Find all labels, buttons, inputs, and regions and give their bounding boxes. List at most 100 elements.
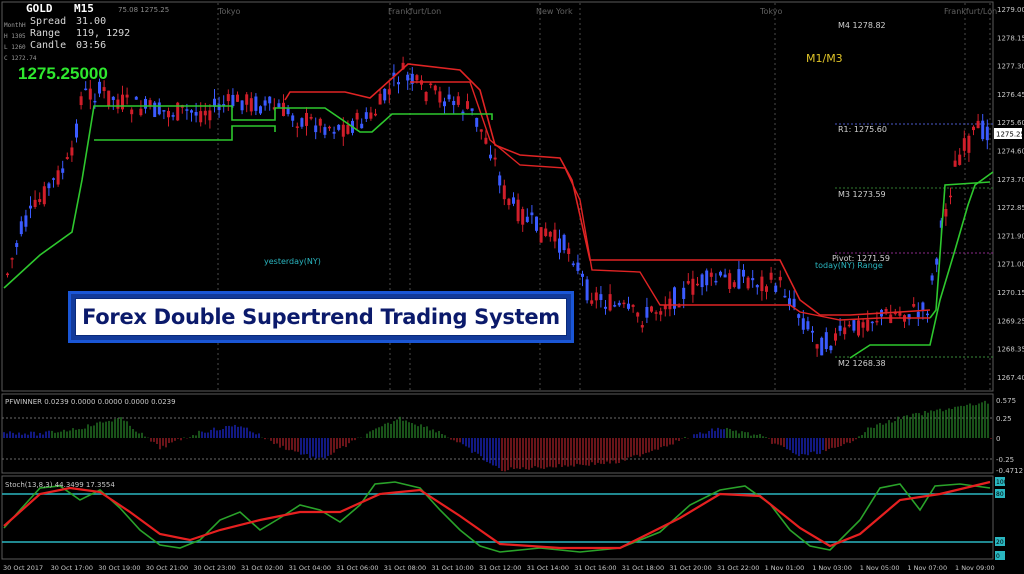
time-axis-label: 31 Oct 10:00 <box>431 564 473 572</box>
candle-body <box>88 88 92 100</box>
candle-body <box>171 115 175 117</box>
title-banner-text: Forex Double Supertrend Trading System <box>82 305 560 329</box>
close-line: C 1272.74 <box>4 55 37 62</box>
candle-body <box>226 94 230 102</box>
trading-chart[interactable]: Tokyo Frankfurt/Lon New York Tokyo Frank… <box>0 0 1024 574</box>
time-axis-label: 1 Nov 05:00 <box>860 564 900 572</box>
session-label: New York <box>536 7 573 16</box>
candle-body <box>75 123 78 138</box>
candle-body <box>332 131 336 134</box>
candle-body <box>512 197 515 204</box>
candle-body <box>861 322 865 328</box>
low-line: L 1260 <box>4 44 26 51</box>
candle-body <box>847 324 851 327</box>
candle-body <box>397 82 400 85</box>
candle-body <box>56 170 60 185</box>
candle-body <box>732 282 736 287</box>
candle-body <box>811 330 814 333</box>
candle-body <box>985 126 989 141</box>
candle-body <box>921 302 925 311</box>
candle-body <box>686 281 690 284</box>
candle-body <box>162 110 166 112</box>
price-axis-label: 1272.85 <box>997 204 1024 212</box>
candle-body <box>65 157 69 159</box>
candle-body <box>613 305 617 307</box>
candle-body <box>751 278 755 281</box>
candle-body <box>884 308 888 312</box>
candle-body <box>631 304 635 307</box>
candle-body <box>167 110 170 118</box>
candle-body <box>576 262 580 271</box>
pfwinner-label: PFWINNER 0.0239 0.0000 0.0000 0.0000 0.0… <box>5 398 176 406</box>
pfwinner-axis-label: 0.25 <box>996 415 1012 423</box>
candle-body <box>516 199 520 222</box>
price-axis-label: 1274.60 <box>997 148 1024 156</box>
candle-body <box>590 300 594 304</box>
candle-body <box>93 100 97 103</box>
candle-body <box>981 120 985 140</box>
candle-body <box>539 227 543 243</box>
candle-body <box>705 270 709 286</box>
candle-body <box>806 321 810 330</box>
candle-body <box>337 124 341 130</box>
price-axis-label: 1268.35 <box>997 346 1024 354</box>
time-axis-label: 31 Oct 22:00 <box>717 564 759 572</box>
pfwinner-axis-label: -0.4712 <box>996 467 1023 475</box>
candle-body <box>323 127 327 135</box>
pfwinner-axis-label: 0 <box>996 435 1000 443</box>
price-axis-label: 1277.30 <box>997 63 1024 71</box>
candle-body <box>190 110 193 113</box>
price-axis-label: 1271.00 <box>997 261 1024 269</box>
candle-body <box>797 314 801 318</box>
symbol: GOLD <box>26 2 53 15</box>
candle-body <box>259 106 262 114</box>
session-label: Tokyo <box>759 7 783 16</box>
candle-body <box>571 263 575 266</box>
candle-body <box>433 85 437 91</box>
price-axis-label: 1271.90 <box>997 232 1024 240</box>
time-axis-label: 31 Oct 04:00 <box>289 564 331 572</box>
spread-value: 31.00 <box>76 16 107 27</box>
candle-body <box>443 101 446 107</box>
candle-body <box>470 108 474 111</box>
current-price-tag: 1275.25 <box>996 131 1024 139</box>
candle-body <box>562 234 566 251</box>
indicator-label: M1/M3 <box>806 52 843 65</box>
candle-body <box>972 126 975 131</box>
candle-body <box>585 279 589 301</box>
time-axis-label: 30 Oct 2017 <box>3 564 43 572</box>
candle-body <box>199 111 203 123</box>
candle-body <box>314 125 318 133</box>
pfwinner-axis-label: 0.575 <box>996 397 1016 405</box>
candle-body <box>254 96 258 111</box>
candle-body <box>217 104 221 111</box>
candle-body <box>38 199 42 202</box>
candle-body <box>153 102 157 118</box>
candle-body <box>737 269 741 289</box>
candle-body <box>475 117 479 127</box>
candle-body <box>268 96 272 104</box>
candle-body <box>627 303 630 309</box>
time-axis: 30 Oct 2017 30 Oct 17:00 30 Oct 19:00 30 Oc… <box>3 564 995 572</box>
candle-label: Candle <box>30 40 67 51</box>
time-axis-label: 31 Oct 20:00 <box>669 564 711 572</box>
time-axis-label: 31 Oct 08:00 <box>384 564 426 572</box>
candle-body <box>452 100 456 106</box>
candle-body <box>305 112 308 126</box>
pfwinner-axis-label: -0.25 <box>996 456 1014 464</box>
candle-body <box>387 89 391 95</box>
candle-body <box>79 96 83 106</box>
candle-body <box>245 94 249 105</box>
candle-body <box>709 272 713 277</box>
candle-body <box>659 311 663 315</box>
candle-body <box>374 113 377 116</box>
price-axis-label: 1273.70 <box>997 176 1024 184</box>
high-line: H 1305 <box>4 33 26 40</box>
candle-body <box>765 286 768 292</box>
candle-body <box>277 103 281 108</box>
time-axis-label: 1 Nov 01:00 <box>765 564 805 572</box>
candle-body <box>295 126 299 128</box>
level-label-m3: M3 1273.59 <box>838 190 886 199</box>
candle-body <box>369 112 373 119</box>
candle-body <box>838 325 842 331</box>
